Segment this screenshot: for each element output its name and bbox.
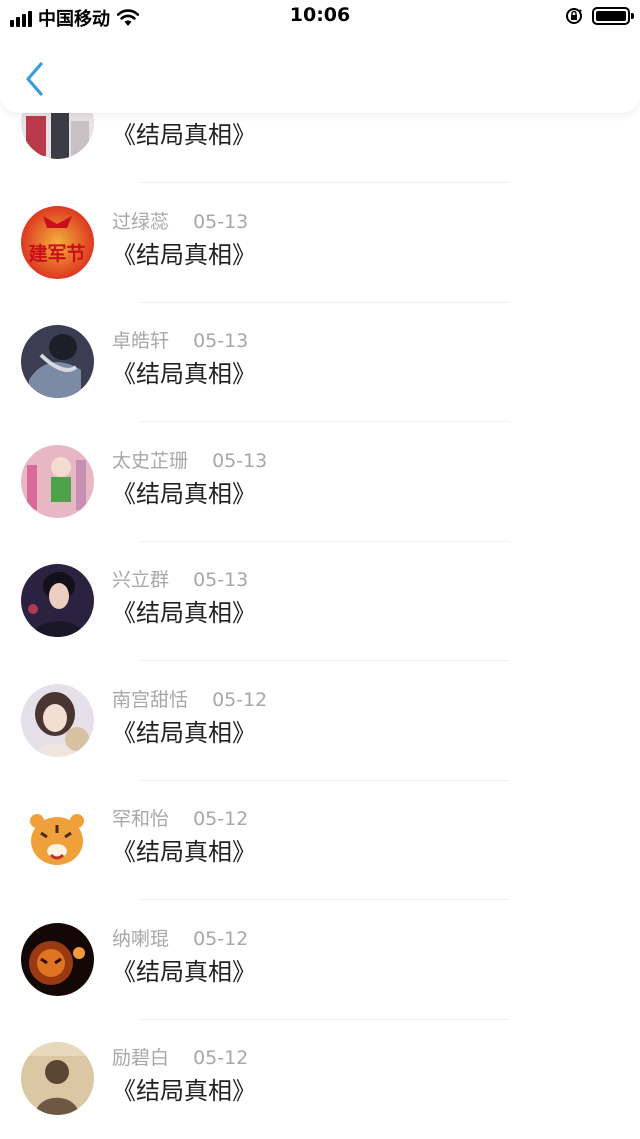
comment-date: 05-12 bbox=[193, 808, 249, 830]
comment-title: 《结局真相》 bbox=[112, 480, 256, 508]
avatar-image bbox=[21, 803, 94, 876]
list-item[interactable]: 罕和怡 05-12 《结局真相》 bbox=[0, 780, 640, 900]
clock: 10:06 bbox=[289, 4, 351, 26]
comment-meta: 卓皓轩 05-13 bbox=[112, 326, 248, 353]
avatar bbox=[21, 803, 94, 876]
avatar bbox=[21, 1042, 94, 1115]
comment-title: 《结局真相》 bbox=[112, 241, 256, 269]
avatar-image bbox=[21, 564, 94, 637]
list-item[interactable]: 卓皓轩 05-13 《结局真相》 bbox=[0, 302, 640, 422]
comment-meta: 太史芷珊 05-13 bbox=[112, 446, 267, 473]
avatar bbox=[21, 325, 94, 398]
comment-title: 《结局真相》 bbox=[112, 1077, 256, 1105]
comment-date: 05-13 bbox=[193, 211, 249, 233]
comment-date: 05-12 bbox=[212, 689, 268, 711]
screen: 《结局真相》 建军节 过绿蕊 05-13 《结局真相》 卓皓轩 05-13 《结… bbox=[0, 0, 640, 1139]
comment-date: 05-13 bbox=[193, 330, 249, 352]
avatar-image bbox=[21, 923, 94, 996]
avatar-label: 建军节 bbox=[28, 242, 85, 265]
user-name: 南宫甜恬 bbox=[112, 689, 189, 711]
list-item[interactable]: 南宫甜恬 05-12 《结局真相》 bbox=[0, 661, 640, 781]
avatar bbox=[21, 684, 94, 757]
avatar bbox=[21, 445, 94, 518]
comment-title: 《结局真相》 bbox=[112, 599, 256, 627]
comment-meta: 励碧白 05-12 bbox=[112, 1043, 248, 1070]
list-item[interactable]: 太史芷珊 05-13 《结局真相》 bbox=[0, 422, 640, 542]
comment-date: 05-13 bbox=[212, 450, 268, 472]
avatar-image bbox=[21, 1042, 94, 1115]
orientation-lock-icon bbox=[566, 8, 582, 24]
avatar bbox=[21, 564, 94, 637]
user-name: 罕和怡 bbox=[112, 808, 170, 830]
comment-title: 《结局真相》 bbox=[112, 360, 256, 388]
battery-icon bbox=[592, 7, 634, 25]
list-item[interactable]: 励碧白 05-12 《结局真相》 bbox=[0, 1019, 640, 1139]
comment-meta: 罕和怡 05-12 bbox=[112, 804, 248, 831]
comment-title: 《结局真相》 bbox=[112, 719, 256, 747]
comment-title: 《结局真相》 bbox=[112, 958, 256, 986]
comment-meta: 兴立群 05-13 bbox=[112, 565, 248, 592]
comment-date: 05-12 bbox=[193, 928, 249, 950]
back-button[interactable] bbox=[16, 58, 56, 102]
comment-meta: 南宫甜恬 05-12 bbox=[112, 685, 267, 712]
comment-date: 05-13 bbox=[193, 569, 249, 591]
user-name: 兴立群 bbox=[112, 569, 170, 591]
avatar-image bbox=[21, 684, 94, 757]
avatar-image bbox=[21, 445, 94, 518]
user-name: 太史芷珊 bbox=[112, 450, 189, 472]
list-item[interactable]: 纳喇琨 05-12 《结局真相》 bbox=[0, 900, 640, 1020]
list-item[interactable]: 建军节 过绿蕊 05-13 《结局真相》 bbox=[0, 183, 640, 303]
user-name: 卓皓轩 bbox=[112, 330, 170, 352]
comment-date: 05-12 bbox=[193, 1047, 249, 1069]
avatar bbox=[21, 923, 94, 996]
status-bar: 中国移动 10:06 bbox=[0, 0, 640, 34]
avatar-image bbox=[21, 325, 94, 398]
user-name: 过绿蕊 bbox=[112, 211, 170, 233]
list-item[interactable]: 兴立群 05-13 《结局真相》 bbox=[0, 541, 640, 661]
user-name: 纳喇琨 bbox=[112, 928, 170, 950]
user-name: 励碧白 bbox=[112, 1047, 170, 1069]
comment-title: 《结局真相》 bbox=[112, 121, 256, 149]
comment-meta: 纳喇琨 05-12 bbox=[112, 924, 248, 951]
chevron-left-icon bbox=[26, 62, 43, 96]
comment-title: 《结局真相》 bbox=[112, 838, 256, 866]
comment-meta: 过绿蕊 05-13 bbox=[112, 207, 248, 234]
avatar-image: 建军节 bbox=[21, 206, 94, 279]
avatar: 建军节 bbox=[21, 206, 94, 279]
